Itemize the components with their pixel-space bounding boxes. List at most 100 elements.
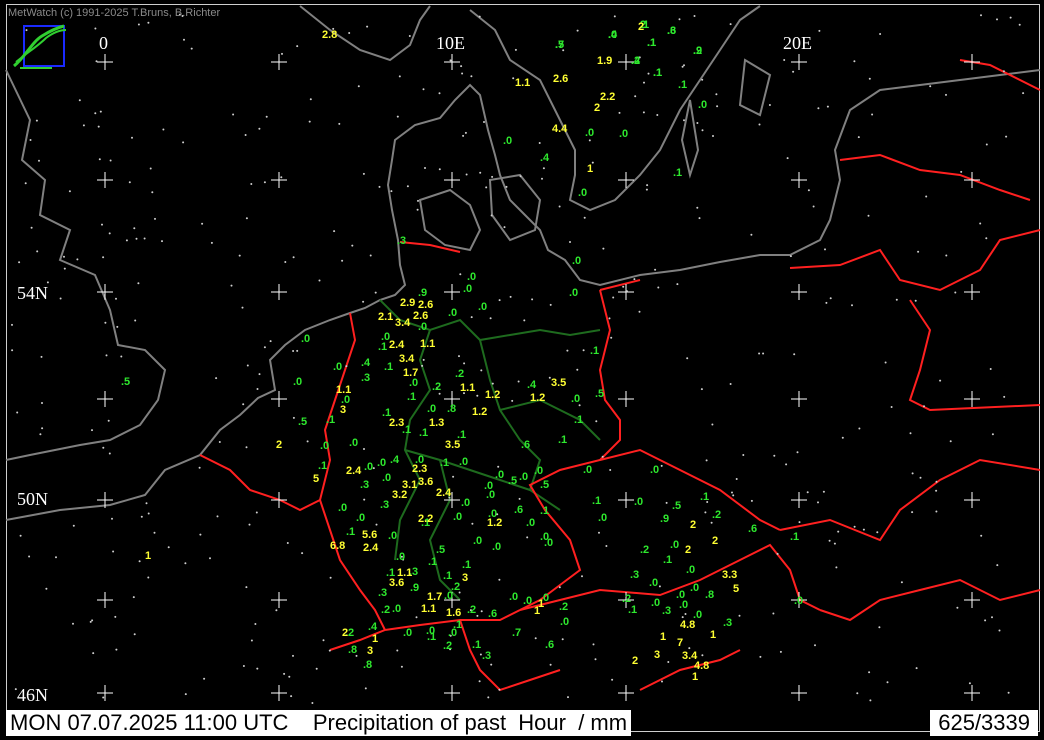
station-dot — [945, 93, 947, 96]
observations_small-value: .3 — [361, 372, 371, 384]
station-dot — [789, 255, 792, 258]
observations_small-value: .2 — [467, 604, 477, 616]
observations_small-value: .8 — [447, 403, 457, 415]
observations_large-value: 2.2 — [418, 513, 434, 525]
observations_small-value: .1 — [558, 434, 568, 446]
station-dot — [665, 501, 668, 504]
observations_small-value: .0 — [560, 616, 570, 628]
station-dot — [715, 93, 718, 96]
station-dot — [290, 695, 293, 698]
station-dot — [996, 564, 999, 567]
observations_small-value: .4 — [390, 454, 400, 466]
grid-cross — [444, 284, 460, 300]
observations_large-value: 1.1 — [336, 384, 352, 396]
station-dot — [245, 217, 248, 220]
station-dot — [701, 654, 704, 657]
station-dot — [232, 113, 235, 116]
observations_small-value: .0 — [686, 564, 696, 576]
observations_large-value: 2 — [685, 544, 692, 556]
station-dot — [16, 411, 19, 414]
station-dot — [750, 233, 753, 236]
station-dot — [357, 85, 360, 88]
grid-cross — [964, 492, 980, 508]
station-dot — [38, 159, 40, 162]
observations_large-value: 2 — [690, 519, 697, 531]
station-dot — [681, 65, 684, 68]
observations_large-value: 1.2 — [485, 389, 501, 401]
observations_small-value: .3 — [482, 650, 492, 662]
station-dot — [421, 364, 424, 367]
observations_large-value: 1 — [710, 629, 717, 641]
station-dot — [68, 190, 71, 193]
observations_small-value: .0 — [608, 29, 618, 41]
observations_large-value: 1.2 — [487, 517, 503, 529]
station-dot — [487, 696, 490, 699]
station-dot — [131, 136, 133, 139]
observations_small-value: .0 — [583, 464, 593, 476]
observations_small-value: .0 — [338, 502, 348, 514]
station-dot — [1003, 395, 1006, 398]
observations_small-value: .2 — [712, 509, 722, 521]
station-dot — [396, 115, 399, 118]
station-dot — [858, 427, 861, 430]
station-dot — [729, 383, 732, 385]
observations_small-value: .0 — [448, 627, 458, 639]
station-dot — [658, 585, 661, 588]
station-dot — [452, 475, 455, 478]
credit-text: MetWatch (c) 1991-2025 T.Bruns, B.Richte… — [8, 7, 221, 19]
observations_small-value: .1 — [590, 345, 600, 357]
observations_small-value: .0 — [349, 437, 359, 449]
station-dot — [608, 317, 611, 320]
station-dot — [72, 622, 74, 625]
observations_small-value: .0 — [571, 393, 581, 405]
station-dot — [1018, 23, 1021, 26]
observations_small-value: .3 — [723, 617, 733, 629]
station-dot — [518, 497, 521, 500]
station-dot — [498, 578, 501, 581]
station-dot — [503, 226, 506, 229]
station-dot — [985, 237, 988, 240]
observations_small-value: .0 — [619, 128, 629, 140]
station-dot — [292, 350, 295, 352]
station-dot — [275, 609, 278, 612]
observations_small-value: .2 — [693, 45, 703, 57]
station-dot — [315, 667, 318, 670]
station-dot — [829, 297, 832, 300]
station-dot — [308, 120, 311, 123]
station-dot — [915, 667, 918, 670]
station-dot — [91, 619, 94, 622]
observations_large-value: 3.6 — [389, 577, 405, 589]
station-dot — [82, 124, 85, 127]
station-dot — [594, 658, 597, 661]
station-dot — [991, 433, 994, 436]
station-dot — [519, 175, 522, 178]
station-dot — [362, 172, 365, 175]
station-dot — [400, 665, 403, 668]
grid-cross — [97, 54, 113, 70]
latitude-label-50n: 50N — [17, 489, 48, 509]
observations_large-value: 1 — [372, 633, 379, 645]
observations_small-value: .1 — [462, 559, 472, 571]
station-dot — [654, 268, 657, 271]
station-dot — [738, 614, 741, 617]
observations_large-value: 1.3 — [429, 417, 445, 429]
observations_large-value: 3 — [340, 404, 347, 416]
station-dot — [242, 665, 245, 667]
station-dot — [465, 173, 468, 176]
observations_large-value: 2.3 — [389, 417, 405, 429]
station-dot — [523, 319, 526, 322]
station-dot — [642, 111, 645, 114]
observations_small-value: .0 — [544, 537, 554, 549]
station-dot — [245, 586, 248, 589]
station-dot — [601, 455, 604, 458]
station-dot — [244, 134, 247, 136]
observations_small-value: .0 — [392, 603, 402, 615]
observations_small-value: .0 — [459, 456, 469, 468]
station-dot — [72, 524, 75, 527]
observations_large-value: 2 — [712, 535, 719, 547]
station-dot — [911, 472, 914, 475]
station-dot — [772, 612, 775, 615]
station-dot — [283, 672, 286, 675]
station-dot — [588, 139, 591, 142]
station-dot — [701, 78, 704, 81]
